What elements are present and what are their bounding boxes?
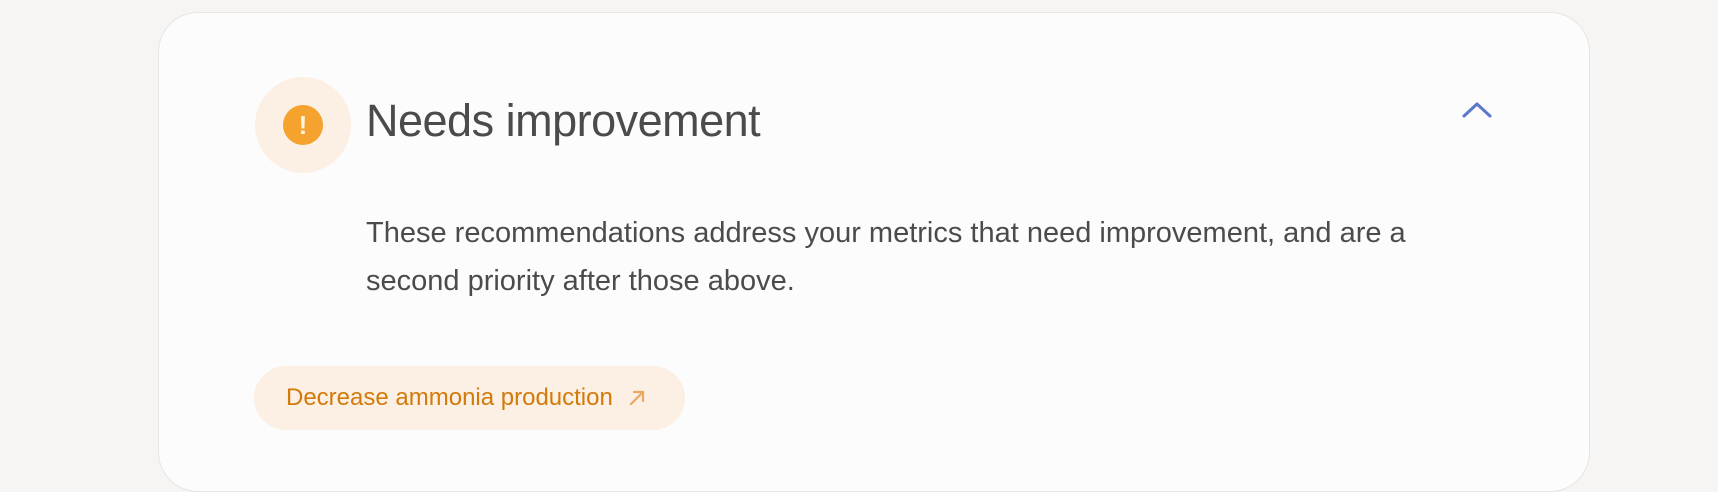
exclamation-icon: !: [283, 105, 323, 145]
collapse-button[interactable]: [1453, 85, 1501, 133]
recommendation-label: Decrease ammonia production: [286, 384, 613, 411]
section-title: Needs improvement: [366, 95, 761, 146]
recommendation-link[interactable]: Decrease ammonia production: [254, 366, 685, 430]
arrow-up-right-icon: [627, 388, 647, 408]
section-description: These recommendations address your metri…: [366, 217, 1406, 297]
chevron-up-icon: [1462, 102, 1492, 118]
status-badge: !: [255, 77, 351, 173]
needs-improvement-card: ! Needs improvement These recommendation…: [158, 12, 1590, 492]
